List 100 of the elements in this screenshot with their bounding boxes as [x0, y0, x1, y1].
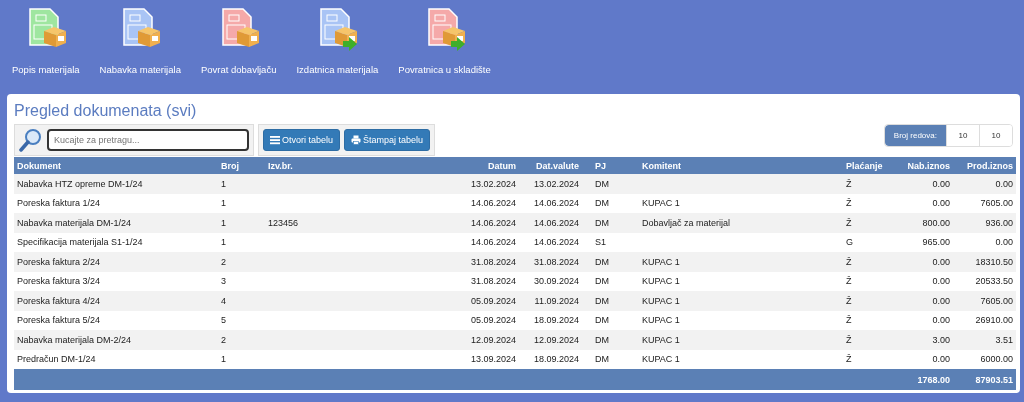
table-cell: KUPAC 1 — [642, 354, 680, 365]
table-cell: 0.00 — [932, 256, 950, 267]
table-cell: 12.09.2024 — [470, 334, 516, 345]
table-cell: 7605.00 — [980, 198, 1013, 209]
table-cell: 05.09.2024 — [470, 295, 516, 306]
table-cell: 123456 — [268, 217, 299, 228]
table-cell: 14.06.2024 — [533, 198, 579, 209]
search-field[interactable]: Kucajte za pretragu... — [47, 129, 249, 151]
table-button[interactable]: Štampaj tabelu — [344, 129, 431, 151]
table-cell: 1 — [221, 217, 226, 228]
table-cell: Dobavljač za materijal — [642, 217, 731, 228]
table-cell: 20533.50 — [975, 276, 1013, 287]
column-header[interactable]: Dat.valute — [520, 157, 591, 174]
table-cell: 0.00 — [932, 295, 950, 306]
table-cell: 14.06.2024 — [533, 217, 579, 228]
column-header[interactable]: Broj — [216, 157, 263, 174]
table-cell: Poreska faktura 3/24 — [17, 276, 101, 287]
table-cell: Ž — [846, 276, 852, 287]
table-cell: Poreska faktura 4/24 — [17, 295, 101, 306]
panel-title: Pregled dokumenata (svi) — [14, 102, 198, 120]
table-cell: DM — [595, 315, 609, 326]
table-cell: KUPAC 1 — [642, 256, 680, 267]
table-cell: KUPAC 1 — [642, 334, 680, 345]
table-cell: Ž — [846, 198, 852, 209]
table-cell: 2 — [221, 256, 226, 267]
table-cell: 14.06.2024 — [470, 198, 516, 209]
table-cell: 0.00 — [932, 198, 950, 209]
table-cell: 1 — [221, 178, 226, 189]
total-cell: 87903.51 — [975, 374, 1013, 385]
table-cell: 3.00 — [932, 334, 950, 345]
table-cell: 14.06.2024 — [470, 217, 516, 228]
table-cell: 18310.50 — [975, 256, 1013, 267]
table-cell: 4 — [221, 295, 226, 306]
table-cell: DM — [595, 198, 609, 209]
table-cell: Nabavka materijala DM-1/24 — [17, 217, 132, 228]
table-cell: 18.09.2024 — [533, 315, 579, 326]
table-cell: 31.08.2024 — [533, 256, 579, 267]
table-cell: G — [846, 237, 853, 248]
table-cell: Ž — [846, 178, 852, 189]
column-header[interactable]: Prod.iznos — [954, 157, 1016, 174]
toolbar-button[interactable]: Popis materijala — [8, 0, 84, 92]
table-cell: KUPAC 1 — [642, 198, 680, 209]
table-cell: 0.00 — [932, 178, 950, 189]
column-header[interactable]: Nab.iznos — [890, 157, 954, 174]
table-cell: 05.09.2024 — [470, 315, 516, 326]
table-cell: 3.51 — [995, 334, 1013, 345]
table-cell: 13.02.2024 — [533, 178, 579, 189]
toolbar-button[interactable]: Izdatnica materijala — [292, 0, 383, 92]
column-header[interactable]: Dokument — [14, 157, 216, 174]
table-cell: Ž — [846, 315, 852, 326]
toolbar-button[interactable]: Povrat dobavljaču — [196, 0, 281, 92]
table-cell: Nabavka materijala DM-2/24 — [17, 334, 132, 345]
table-cell: Ž — [846, 334, 852, 345]
table-cell: DM — [595, 178, 609, 189]
table-cell: 0.00 — [932, 315, 950, 326]
table-cell: DM — [595, 217, 609, 228]
table-cell: 0.00 — [932, 354, 950, 365]
table-cell: 11.09.2024 — [534, 295, 579, 306]
table-cell: Poreska faktura 5/24 — [17, 315, 101, 326]
table-cell: Specifikacija materijala S1-1/24 — [17, 237, 143, 248]
table-cell: 12.09.2024 — [533, 334, 579, 345]
table-cell: 0.00 — [932, 276, 950, 287]
table-cell: 7605.00 — [980, 295, 1013, 306]
table-cell: 14.06.2024 — [533, 237, 579, 248]
column-header[interactable]: Izv.br. — [263, 157, 420, 174]
column-header[interactable]: PJ — [591, 157, 638, 174]
table-cell: DM — [595, 354, 609, 365]
table-cell: 2 — [221, 334, 226, 345]
total-cell: 1768.00 — [917, 374, 950, 385]
table-cell: 800.00 — [922, 217, 950, 228]
table-cell: Ž — [846, 354, 852, 365]
table-cell: 13.02.2024 — [470, 178, 516, 189]
table-cell: KUPAC 1 — [642, 295, 680, 306]
column-header[interactable]: Plaćanje — [842, 157, 890, 174]
column-header[interactable]: Datum — [420, 157, 520, 174]
table-cell: 3 — [221, 276, 226, 287]
table-cell: 13.09.2024 — [470, 354, 516, 365]
toolbar-button[interactable]: Povratnica u skladište — [394, 0, 495, 92]
table-cell: 1 — [221, 237, 226, 248]
table-cell: DM — [595, 256, 609, 267]
table-cell: 965.00 — [922, 237, 950, 248]
table-cell: 18.09.2024 — [533, 354, 579, 365]
table-cell: 936.00 — [985, 217, 1013, 228]
table-cell: Ž — [846, 256, 852, 267]
table-cell: 26910.00 — [975, 315, 1013, 326]
table-cell: 30.09.2024 — [533, 276, 579, 287]
menu-icon — [270, 135, 280, 145]
table-cell: 5 — [221, 315, 226, 326]
table-cell: S1 — [595, 237, 606, 248]
table-button[interactable]: Otvori tabelu — [263, 129, 341, 151]
rows-value[interactable]: 10 — [979, 125, 1012, 146]
table-cell: 31.08.2024 — [470, 256, 516, 267]
table-cell: Nabavka HTZ opreme DM-1/24 — [17, 178, 143, 189]
rows-label: Broj redova: — [884, 125, 946, 146]
column-header[interactable]: Komitent — [638, 157, 842, 174]
table-cell: Ž — [846, 295, 852, 306]
table-cell: 6000.00 — [980, 354, 1013, 365]
table-cell: Poreska faktura 2/24 — [17, 256, 101, 267]
toolbar-button[interactable]: Nabavka materijala — [95, 0, 185, 92]
printer-icon — [351, 135, 362, 145]
